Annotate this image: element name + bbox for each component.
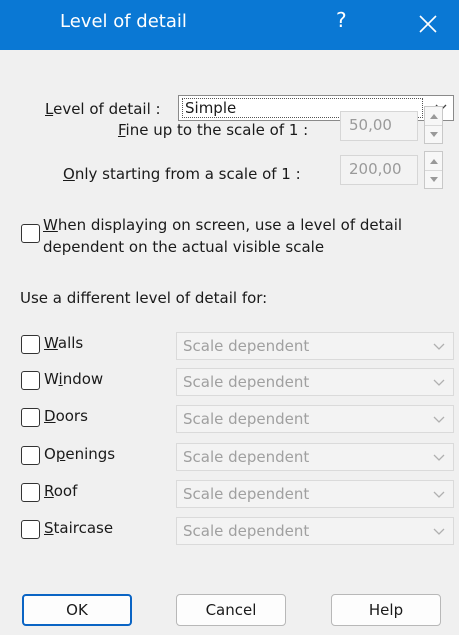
screen-scale-label-line2: dependent on the actual visible scale xyxy=(43,238,325,256)
level-of-detail-label: Level of detail : xyxy=(45,100,161,118)
chevron-down-icon xyxy=(433,343,445,350)
element-label: Openings xyxy=(44,445,116,463)
help-icon[interactable]: ? xyxy=(336,8,347,32)
element-level-value: Scale dependent xyxy=(183,522,310,540)
fine-scale-label: Fine up to the scale of 1 : xyxy=(118,121,309,139)
close-icon[interactable] xyxy=(413,9,443,39)
element-label: Window xyxy=(44,370,104,388)
spin-up-icon[interactable] xyxy=(425,107,442,126)
chevron-down-icon xyxy=(433,416,445,423)
element-label: Walls xyxy=(44,334,84,352)
start-scale-spinner[interactable] xyxy=(424,151,443,189)
element-checkbox[interactable] xyxy=(21,520,40,539)
ok-button[interactable]: OK xyxy=(22,594,132,626)
screen-scale-label-line1: When displaying on screen, use a level o… xyxy=(43,216,403,234)
element-checkbox[interactable] xyxy=(21,408,40,427)
cancel-button[interactable]: Cancel xyxy=(176,594,286,626)
element-label: Doors xyxy=(44,407,88,425)
element-level-select[interactable]: Scale dependent xyxy=(176,443,454,471)
title-bar: Level of detail ? xyxy=(0,0,459,50)
element-checkbox[interactable] xyxy=(21,446,40,465)
window-title: Level of detail xyxy=(60,11,187,32)
spin-down-icon[interactable] xyxy=(425,170,442,188)
element-level-select[interactable]: Scale dependent xyxy=(176,480,454,508)
help-button[interactable]: Help xyxy=(331,594,441,626)
chevron-down-icon xyxy=(433,454,445,461)
element-label: Roof xyxy=(44,482,78,500)
element-level-select[interactable]: Scale dependent xyxy=(176,368,454,396)
screen-scale-checkbox[interactable] xyxy=(21,224,40,243)
element-level-value: Scale dependent xyxy=(183,448,310,466)
element-label: Staircase xyxy=(44,519,114,537)
chevron-down-icon xyxy=(433,491,445,498)
chevron-down-icon xyxy=(433,528,445,535)
fine-scale-input[interactable]: 50,00 xyxy=(340,111,418,141)
element-level-value: Scale dependent xyxy=(183,373,310,391)
element-level-value: Scale dependent xyxy=(183,485,310,503)
fine-scale-spinner[interactable] xyxy=(424,106,443,144)
start-scale-label: Only starting from a scale of 1 : xyxy=(63,165,301,183)
element-level-select[interactable]: Scale dependent xyxy=(176,332,454,360)
element-level-select[interactable]: Scale dependent xyxy=(176,405,454,433)
element-level-select[interactable]: Scale dependent xyxy=(176,517,454,545)
start-scale-input[interactable]: 200,00 xyxy=(340,155,418,185)
element-checkbox[interactable] xyxy=(21,335,40,354)
element-checkbox[interactable] xyxy=(21,483,40,502)
element-level-value: Scale dependent xyxy=(183,337,310,355)
element-checkbox[interactable] xyxy=(21,371,40,390)
spin-up-icon[interactable] xyxy=(425,152,442,171)
section-heading: Use a different level of detail for: xyxy=(20,289,268,307)
spin-down-icon[interactable] xyxy=(425,125,442,143)
element-level-value: Scale dependent xyxy=(183,410,310,428)
chevron-down-icon xyxy=(433,379,445,386)
